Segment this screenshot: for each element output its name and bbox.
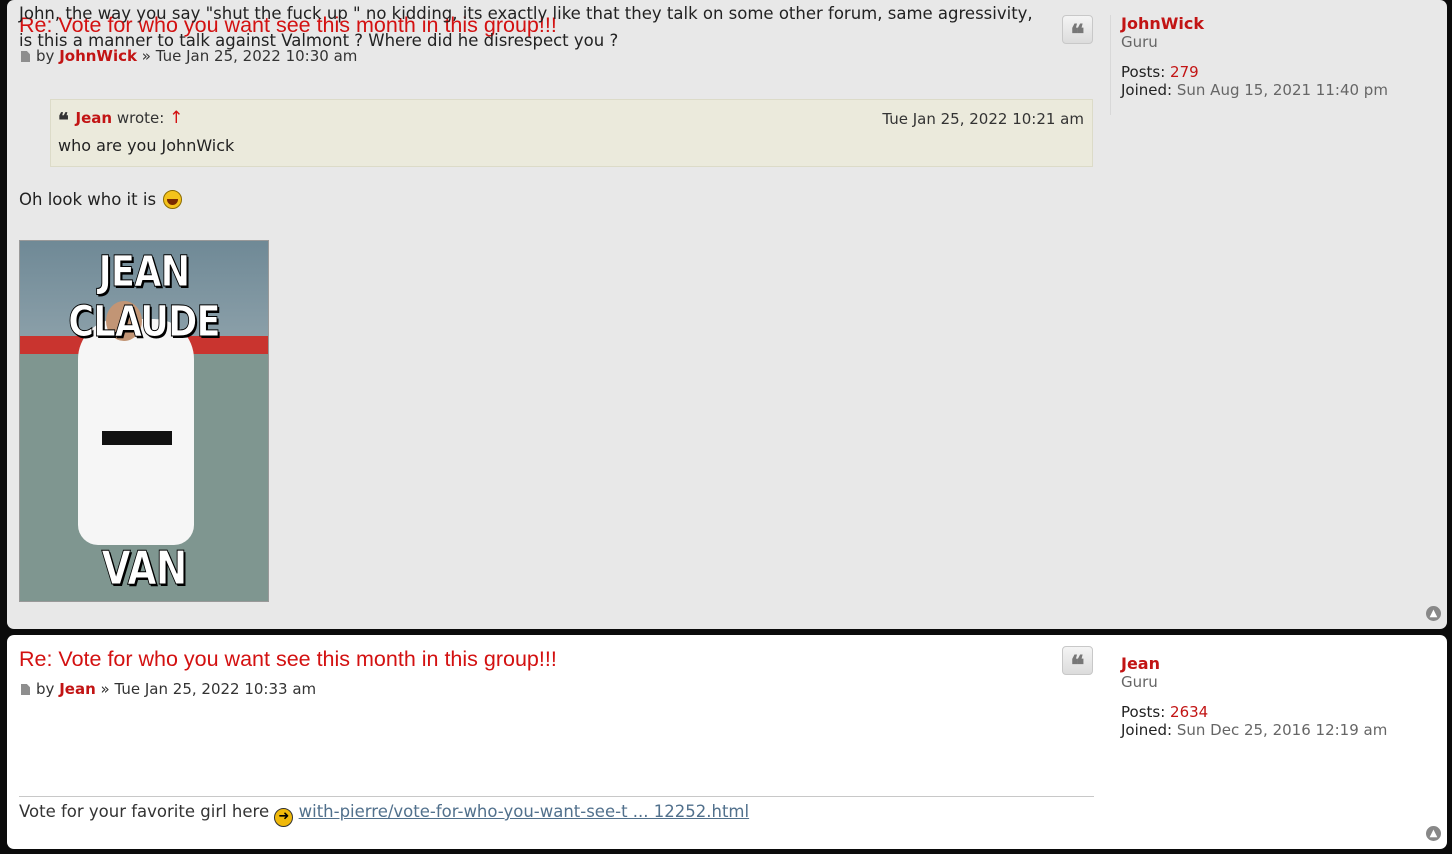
by-label: by <box>36 680 55 698</box>
meme-bottom-text: VAN DOWN <box>77 541 212 602</box>
signature: Vote for your favorite girl here ➜ with-… <box>19 796 1094 827</box>
signature-text: Vote for your favorite girl here <box>19 802 270 821</box>
profile-joined-date: Sun Aug 15, 2021 11:40 pm <box>1176 81 1388 99</box>
post-meta: by Jean » Tue Jan 25, 2022 10:33 am <box>19 680 316 698</box>
view-quoted-post-arrow-icon[interactable]: ↑ <box>169 108 183 128</box>
quote-block: ❝ Jean wrote: ↑ Tue Jan 25, 2022 10:21 a… <box>50 99 1093 167</box>
quote-author-link[interactable]: Jean <box>76 109 113 127</box>
laughing-emoji-icon <box>163 190 183 209</box>
post-icon[interactable] <box>21 684 30 695</box>
quote-wrote-label: wrote: <box>116 109 165 127</box>
post-profile: JohnWick Guru Posts: 279 Joined: Sun Aug… <box>1110 15 1431 115</box>
profile-posts: Posts: 279 <box>1121 63 1199 81</box>
profile-username[interactable]: JohnWick <box>1121 15 1431 33</box>
post-1: Re: Vote for who you want see this month… <box>7 0 1447 629</box>
back-to-top-icon[interactable]: ▲ <box>1426 826 1441 841</box>
post-text-line-2: is this a manner to talk against Valmont… <box>19 31 619 50</box>
quote-icon: ❝ <box>58 108 69 132</box>
signature-link[interactable]: with-pierre/vote-for-who-you-want-see-t … <box>299 802 749 821</box>
quote-date: Tue Jan 25, 2022 10:21 am <box>882 110 1084 128</box>
quote-button[interactable]: ❝ <box>1062 15 1093 48</box>
post-title[interactable]: Re: Vote for who you want see this month… <box>19 647 557 672</box>
profile-username[interactable]: Jean <box>1121 655 1431 673</box>
profile-rank: Guru <box>1121 673 1158 691</box>
quote-button[interactable]: ❝ <box>1062 646 1093 679</box>
meta-separator: » <box>100 680 110 698</box>
post-author-link[interactable]: Jean <box>59 680 96 698</box>
profile-rank: Guru <box>1121 33 1158 51</box>
profile-joined-date: Sun Dec 25, 2016 12:19 am <box>1176 721 1388 739</box>
post-text: Oh look who it is <box>19 190 157 209</box>
profile-posts-count[interactable]: 279 <box>1170 63 1199 81</box>
post-image[interactable]: JEAN CLAUDE VAN DOWN <box>19 240 269 602</box>
profile-posts: Posts: 2634 <box>1121 703 1209 721</box>
post-date: Tue Jan 25, 2022 10:33 am <box>114 680 317 698</box>
quote-icon: ❝ <box>1070 650 1085 681</box>
profile-joined: Joined: Sun Aug 15, 2021 11:40 pm <box>1121 81 1388 99</box>
quote-text: who are you JohnWick <box>58 136 235 155</box>
post-2-content: John, the way you say "shut the fuck up … <box>19 0 1033 54</box>
quote-icon: ❝ <box>1070 19 1085 50</box>
quote-cite: ❝ Jean wrote: ↑ Tue Jan 25, 2022 10:21 a… <box>58 108 1084 132</box>
post-text-line-1: John, the way you say "shut the fuck up … <box>19 4 1033 23</box>
back-to-top-icon[interactable]: ▲ <box>1426 606 1441 621</box>
post-profile: Jean Guru Posts: 2634 Joined: Sun Dec 25… <box>1121 655 1431 740</box>
profile-posts-count[interactable]: 2634 <box>1170 703 1208 721</box>
meme-top-text: JEAN CLAUDE <box>68 247 221 348</box>
post-content: Oh look who it is <box>19 186 183 213</box>
arrow-right-icon: ➜ <box>274 808 294 827</box>
profile-joined: Joined: Sun Dec 25, 2016 12:19 am <box>1121 721 1388 739</box>
